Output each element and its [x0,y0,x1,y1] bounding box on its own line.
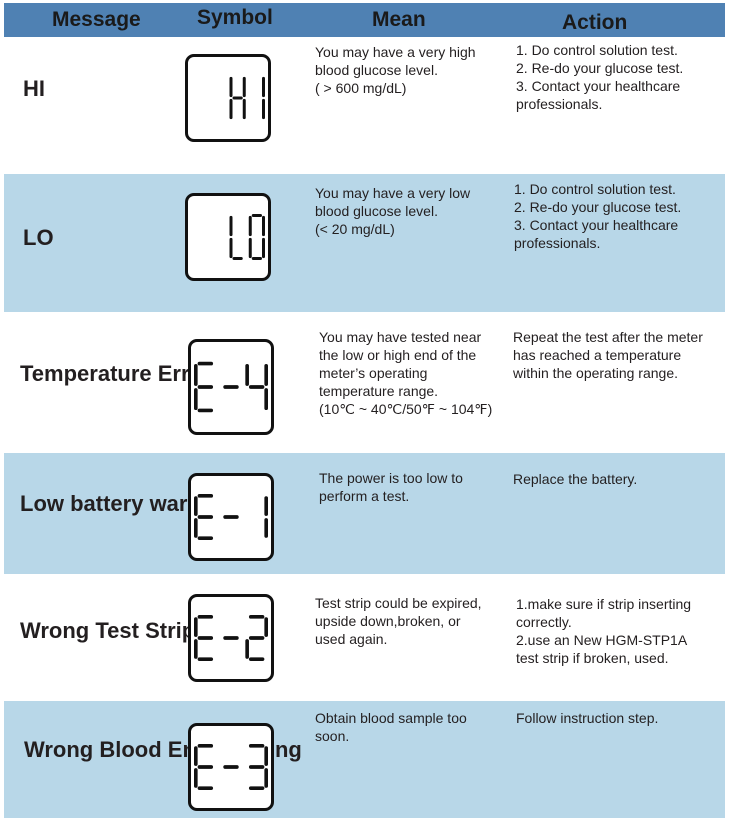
action-text: 1.make sure if strip inserting correctly… [516,596,692,666]
lcd-segment [245,363,249,386]
lcd-segment [223,515,239,519]
mean-text: The power is too low to perform a test. [319,470,463,504]
lcd-segment [264,518,268,538]
lcd-segment [232,256,243,260]
lcd-segment [197,408,214,413]
lcd-segment [223,385,239,389]
seven-segment-display [229,214,265,260]
action-text: Repeat the test after the meter has reac… [513,329,703,381]
lcd-segment [262,98,265,120]
lcd-segment [197,361,214,366]
lcd-segment [223,636,239,640]
lcd-segment [248,657,265,661]
message-label: Temperature Error [20,361,212,386]
lcd-segment [248,765,265,769]
lcd-segment [245,639,249,659]
lcd-segment [197,615,214,619]
lcd-segment [248,385,265,389]
mean-text: You may have a very high blood glucose l… [315,44,476,96]
mean-text: You may have tested near the low or high… [319,329,493,417]
lcd-segment [248,215,252,237]
lcd-segment [251,256,262,260]
action-text: 1. Do control solution test. 2. Re-do yo… [516,42,684,112]
mean-text: Test strip could be expired, upside down… [315,595,482,647]
lcd-segment [194,363,198,386]
action-text: Follow instruction step. [516,710,659,726]
lcd-segment [242,76,246,98]
lcd-segment [197,636,214,640]
lcd-symbol-icon [188,339,274,435]
lcd-segment [264,496,268,516]
seven-segment-display [229,76,265,120]
lcd-segment [262,76,265,98]
action-text: 1. Do control solution test. 2. Re-do yo… [514,181,682,251]
lcd-segment [262,237,265,259]
lcd-segment [197,765,214,769]
lcd-segment [194,768,198,788]
header-message: Message [52,8,141,31]
seven-segment-display [194,361,268,413]
lcd-segment [248,615,265,619]
lcd-segment [194,518,198,538]
header-symbol: Symbol [197,6,273,29]
lcd-segment [262,215,265,237]
lcd-segment [194,746,198,766]
lcd-segment [264,363,268,386]
seven-segment-display [194,494,268,540]
lcd-segment [251,214,262,218]
table-header: Message Symbol Mean Action [4,3,725,37]
lcd-segment [248,786,265,790]
lcd-segment [264,388,268,411]
table-row-low-battery: Low battery warning The power is too low… [4,453,725,574]
lcd-segment [197,786,214,790]
lcd-segment [229,215,233,237]
lcd-segment [194,496,198,516]
lcd-symbol-icon [188,594,274,682]
message-label: LO [23,225,54,250]
lcd-segment [232,96,243,100]
mean-text: You may have a very low blood glucose le… [315,185,471,237]
lcd-segment [264,746,268,766]
lcd-segment [194,639,198,659]
lcd-segment [194,617,198,637]
lcd-segment [229,237,233,259]
lcd-segment [197,657,214,661]
header-mean: Mean [372,8,426,31]
seven-segment-display [194,744,268,790]
lcd-segment [242,98,246,120]
lcd-symbol-icon [188,473,274,561]
lcd-segment [197,536,214,540]
message-label: Wrong Test Strip [20,618,196,643]
table-row-wrong-test-strip: Wrong Test Strip Test strip could be exp… [4,574,725,701]
table-row-hi: HI You may have a very high blood glucos… [4,37,725,174]
message-label: HI [23,76,45,101]
lcd-segment [197,515,214,519]
lcd-symbol-icon [185,54,271,142]
lcd-segment [197,385,214,389]
lcd-symbol-icon [185,193,271,281]
table-row-lo: LO You may have a very low blood glucose… [4,174,725,312]
lcd-segment [197,744,214,748]
mean-text: Obtain blood sample too soon. [315,710,467,744]
table-row-wrong-blood-timing: Wrong Blood Enter Timing Obtain blood sa… [4,701,725,818]
action-text: Replace the battery. [513,471,638,487]
seven-segment-display [194,615,268,661]
lcd-segment [264,617,268,637]
lcd-segment [229,76,233,98]
lcd-symbol-icon [188,723,274,811]
lcd-segment [194,388,198,411]
lcd-segment [248,237,252,259]
header-action: Action [562,11,628,34]
lcd-segment [264,768,268,788]
lcd-segment [248,744,265,748]
lcd-segment [229,98,233,120]
lcd-segment [197,494,214,498]
table-row-temperature-error: Temperature Error You may have tested ne… [4,312,725,453]
lcd-segment [248,636,265,640]
lcd-segment [223,765,239,769]
